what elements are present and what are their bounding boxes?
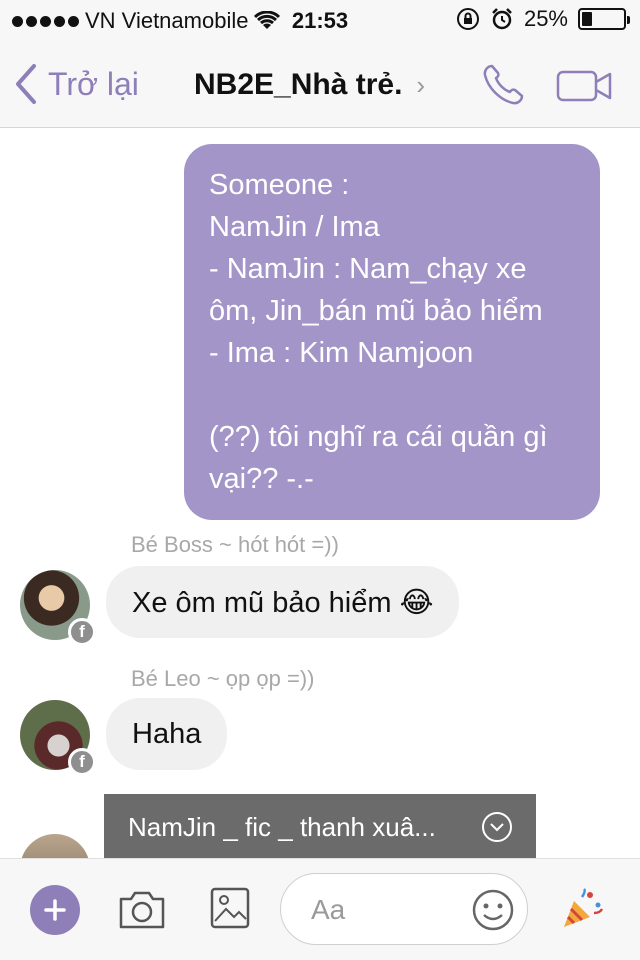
outgoing-message[interactable]: Someone : NamJin / Ima - NamJin : Nam_ch… xyxy=(184,144,600,520)
orientation-lock-icon xyxy=(456,8,479,30)
gallery-icon[interactable] xyxy=(210,887,250,929)
conversation-title[interactable]: NB2E_Nhà trẻ. › xyxy=(194,68,425,102)
nav-bar: Trở lại NB2E_Nhà trẻ. › xyxy=(0,40,640,128)
party-popper-icon[interactable] xyxy=(560,887,604,931)
message-input[interactable] xyxy=(311,890,461,930)
video-icon[interactable] xyxy=(556,68,612,104)
plus-icon xyxy=(44,899,66,921)
battery-percent: 25% xyxy=(523,6,568,31)
attachment-label: NamJin _ fic _ thanh xuâ... xyxy=(128,811,436,842)
battery-icon xyxy=(578,8,630,30)
facebook-badge-icon: f xyxy=(68,618,96,646)
avatar[interactable] xyxy=(20,834,90,858)
composer-bar xyxy=(0,858,640,960)
conversation-title-text: NB2E_Nhà trẻ. xyxy=(194,68,403,101)
sender-name: Bé Leo ~ ọp ọp =)) xyxy=(131,666,315,691)
emoji-icon[interactable] xyxy=(471,888,515,932)
battery-fill xyxy=(582,12,592,26)
incoming-message[interactable]: Xe ôm mũ bảo hiểm 😂 xyxy=(106,566,460,638)
chat-area[interactable]: Someone : NamJin / Ima - NamJin : Nam_ch… xyxy=(0,128,640,858)
status-right: 25% xyxy=(456,6,630,32)
incoming-message[interactable]: Haha xyxy=(106,698,228,770)
back-label: Trở lại xyxy=(48,65,139,102)
plus-button[interactable] xyxy=(30,885,80,935)
attachment-preview[interactable]: NamJin _ fic _ thanh xuâ... xyxy=(104,794,536,858)
back-button[interactable]: Trở lại xyxy=(14,64,139,104)
chevron-down-circle-icon[interactable] xyxy=(482,812,512,842)
camera-icon[interactable] xyxy=(117,889,167,931)
phone-icon[interactable] xyxy=(480,62,526,108)
message-input-box[interactable] xyxy=(280,873,528,945)
chevron-right-icon: › xyxy=(416,69,426,100)
back-chevron-icon xyxy=(16,64,36,104)
sender-name: Bé Boss ~ hót hót =)) xyxy=(131,532,339,557)
facebook-badge-icon: f xyxy=(68,748,96,776)
alarm-icon xyxy=(492,8,512,30)
status-bar: VN Vietnamobile 21:53 25% xyxy=(0,0,640,40)
